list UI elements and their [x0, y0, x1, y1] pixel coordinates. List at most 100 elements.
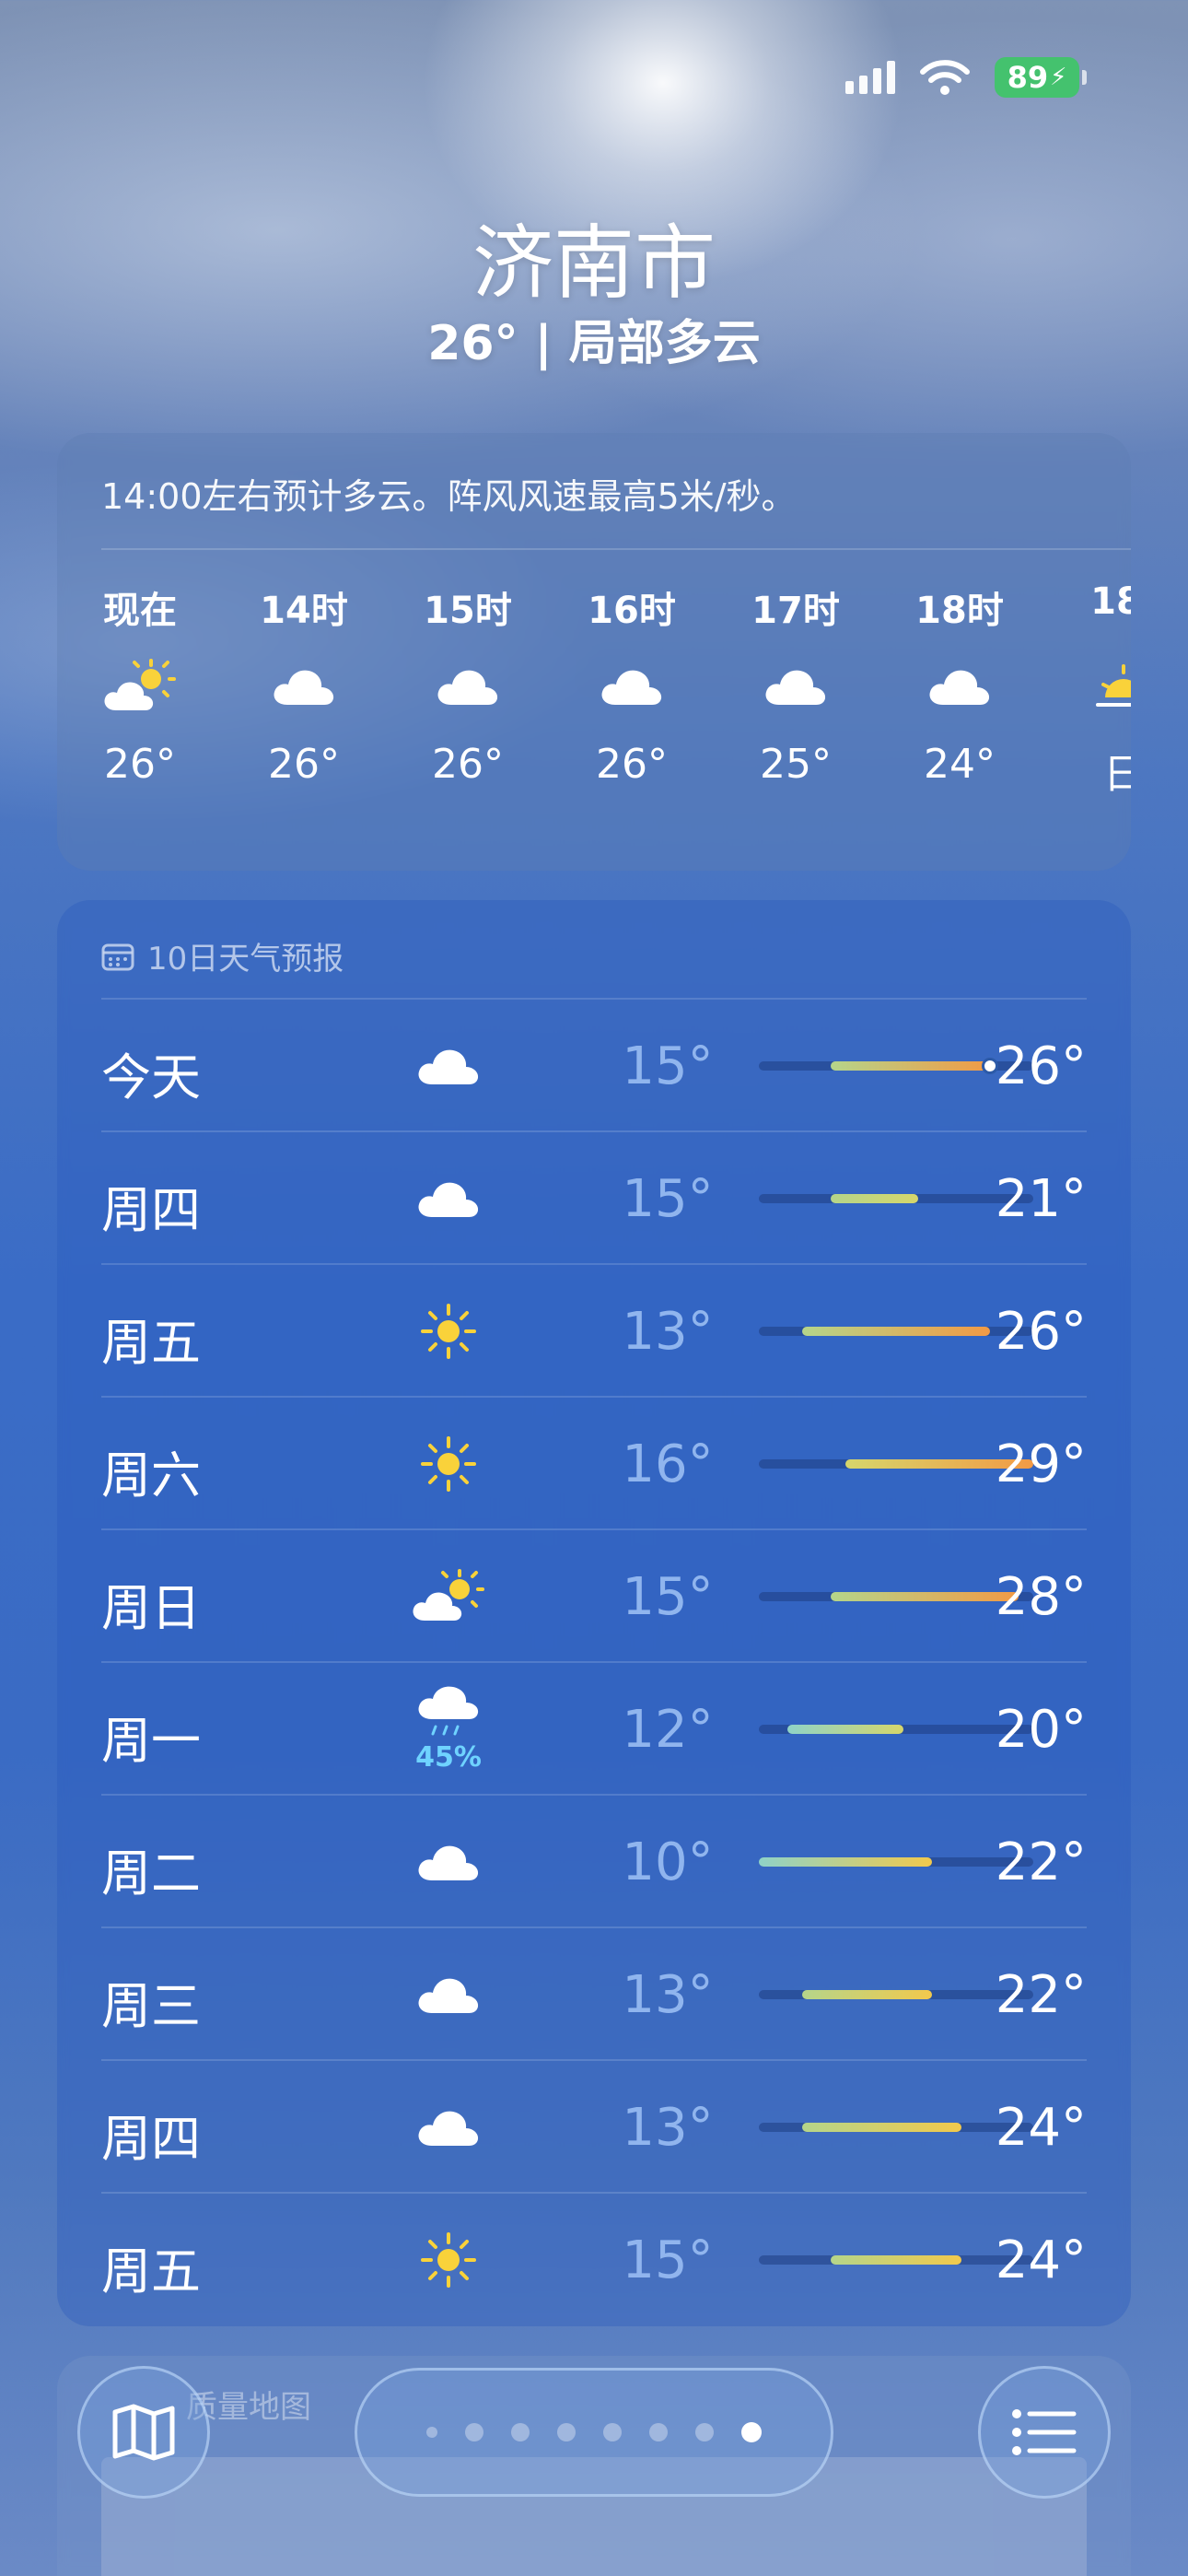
hour-label: 现在 [103, 590, 177, 632]
low-temp: 13° [622, 2098, 714, 2158]
hourly-item[interactable]: 现在 26° [76, 580, 204, 788]
hour-temp: 日 [1103, 751, 1131, 798]
temp-range-bar [831, 1061, 990, 1071]
sun-icon [398, 2210, 499, 2310]
hourly-item[interactable]: 15时 26° [403, 580, 532, 788]
temp-range-track [759, 1327, 1033, 1336]
temp-range-track [759, 1194, 1033, 1203]
battery-indicator: 89 ⚡ [995, 57, 1087, 98]
hourly-forecast-card[interactable]: 14:00左右预计多云。阵风风速最高5米/秒。 现在 26° 14时 26° 15时 26… [57, 433, 1131, 871]
city-name: 济南市 [472, 216, 716, 310]
hour-label: 15时 [424, 590, 512, 632]
high-temp: 24° [995, 2231, 1087, 2290]
cloud-icon [731, 636, 860, 737]
temp-range-bar [831, 1592, 1019, 1601]
hour-label: 18时 [915, 590, 1004, 632]
hourly-item[interactable]: 16时 26° [567, 580, 696, 788]
forecast-row[interactable]: 周四 15° 21° [101, 1130, 1087, 1263]
hourly-item[interactable]: 18: 日 [1059, 580, 1131, 800]
day-label: 今天 [101, 1048, 201, 1107]
cloud-icon [895, 636, 1024, 737]
day-label: 周四 [101, 2110, 201, 2168]
forecast-row[interactable]: 周日 15° 28° [101, 1528, 1087, 1661]
battery-level: 89 [1007, 60, 1049, 95]
low-temp: 16° [622, 1434, 714, 1494]
page-dot-active[interactable] [741, 2422, 762, 2442]
day-label: 周二 [101, 1844, 201, 1903]
wifi-icon [920, 60, 970, 95]
day-label: 周五 [101, 1314, 201, 1372]
hour-temp: 26° [104, 741, 176, 788]
high-temp: 26° [995, 1036, 1087, 1096]
page-dot[interactable] [465, 2423, 483, 2441]
high-temp: 20° [995, 1700, 1087, 1760]
city-list-button[interactable] [978, 2366, 1111, 2499]
low-temp: 10° [622, 1832, 714, 1892]
cellular-signal-icon [845, 61, 895, 94]
temp-range-bar [831, 1194, 918, 1203]
temp-range-bar [802, 1327, 990, 1336]
cloud-icon [567, 636, 696, 737]
cloud-icon [403, 636, 532, 737]
forecast-row[interactable]: 今天 15° 26° [101, 998, 1087, 1130]
hourly-description: 14:00左右预计多云。阵风风速最高5米/秒。 [101, 476, 797, 517]
low-temp: 15° [622, 1567, 714, 1627]
page-dot[interactable] [426, 2427, 437, 2438]
cloud-icon [398, 1945, 499, 2044]
day-label: 周四 [101, 1181, 201, 1239]
ten-day-forecast-card[interactable]: 10日天气预报 今天 15° 26° 周四 15° 21° 周五 13° 26° 周六 16° 29°… [57, 900, 1131, 2326]
forecast-row[interactable]: 周六 16° 29° [101, 1396, 1087, 1528]
page-dot[interactable] [511, 2423, 530, 2441]
temp-range-track [759, 1990, 1033, 1999]
high-temp: 21° [995, 1169, 1087, 1229]
temp-range-bar [759, 1857, 933, 1867]
temp-range-bar [831, 2255, 961, 2265]
divider [101, 548, 1131, 550]
high-temp: 24° [995, 2098, 1087, 2158]
cloud-icon [398, 1812, 499, 1912]
map-button[interactable] [77, 2366, 210, 2499]
hour-temp: 26° [432, 741, 504, 788]
cloud-icon [239, 636, 368, 737]
temp-range-track [759, 1857, 1033, 1867]
hour-label: 18: [1090, 580, 1131, 623]
hourly-item[interactable]: 18时 24° [895, 580, 1024, 788]
day-label: 周三 [101, 1977, 201, 2035]
low-temp: 15° [622, 2231, 714, 2290]
forecast-row[interactable]: 周五 13° 26° [101, 1263, 1087, 1396]
precipitation-chance: 45% [415, 1740, 482, 1774]
temp-range-track [759, 2255, 1033, 2265]
hour-temp: 26° [596, 741, 668, 788]
hourly-item[interactable]: 14时 26° [239, 580, 368, 788]
forecast-row[interactable]: 周五 15° 24° [101, 2192, 1087, 2324]
page-dot[interactable] [603, 2423, 622, 2441]
temp-range-track [759, 2123, 1033, 2132]
page-indicator[interactable] [355, 2368, 833, 2497]
forecast-row[interactable]: 周三 13° 22° [101, 1926, 1087, 2059]
ten-day-title: 10日天气预报 [147, 941, 344, 978]
map-icon [112, 2404, 175, 2461]
sun-icon [398, 1414, 499, 1514]
hourly-item[interactable]: 17时 25° [731, 580, 860, 788]
sunset-icon [1059, 636, 1131, 737]
sun-icon [398, 1282, 499, 1381]
calendar-icon [101, 943, 134, 970]
cloud-icon [398, 1149, 499, 1248]
forecast-row[interactable]: 周四 13° 24° [101, 2059, 1087, 2192]
page-dot[interactable] [557, 2423, 576, 2441]
forecast-row[interactable]: 周一 45% 12° 20° [101, 1661, 1087, 1794]
forecast-row[interactable]: 周二 10° 22° [101, 1794, 1087, 1926]
rain-icon: 45% [398, 1680, 499, 1779]
temp-range-track [759, 1058, 1033, 1074]
hour-label: 17时 [751, 590, 840, 632]
low-temp: 15° [622, 1169, 714, 1229]
list-icon [1012, 2409, 1077, 2455]
page-dot[interactable] [695, 2423, 714, 2441]
cloud-icon [398, 1016, 499, 1116]
high-temp: 28° [995, 1567, 1087, 1627]
day-label: 周一 [101, 1712, 201, 1770]
day-label: 周六 [101, 1446, 201, 1505]
page-dot[interactable] [649, 2423, 668, 2441]
temp-range-bar [802, 2123, 961, 2132]
cloud-icon [398, 2078, 499, 2177]
